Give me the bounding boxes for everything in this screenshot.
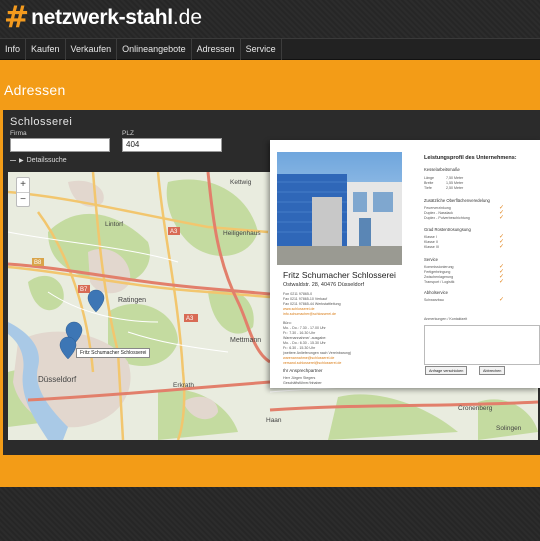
- site-logo[interactable]: # netzwerk-stahl .de: [4, 3, 202, 33]
- dimension-value: 1,55 Meter: [446, 181, 464, 185]
- nav-info[interactable]: Info: [0, 39, 27, 60]
- section-heading: Zusätzliche Oberflächenveredelung: [424, 198, 490, 203]
- forest-area: [328, 394, 458, 440]
- dimension-value: 7,50 Meter: [446, 176, 464, 180]
- send-request-button[interactable]: Anfrage verschicken: [425, 366, 468, 375]
- logo-name: netzwerk-stahl: [31, 6, 173, 29]
- nav-service[interactable]: Service: [241, 39, 282, 60]
- road-shield-label: B7: [80, 287, 88, 293]
- place-label: Kettwig: [230, 179, 252, 186]
- header: # netzwerk-stahl .de: [0, 0, 540, 38]
- service-item: Fertigerbringung: [424, 270, 451, 274]
- triangle-right-icon: ▶: [19, 158, 24, 164]
- section-heading: Grad Rostentrosungsung: [424, 227, 471, 232]
- service-item: Duplex - Pulverbeschichtung: [424, 216, 470, 220]
- building-photo: [277, 152, 402, 265]
- place-label: Cronenberg: [458, 405, 493, 412]
- place-label: Erkrath: [173, 382, 194, 389]
- zoom-in-button[interactable]: +: [17, 178, 29, 192]
- details-divider: [10, 160, 16, 161]
- company-profile-popup: Fritz Schumacher Schlosserei Ostwaldstr.…: [270, 140, 540, 388]
- service-item: Klasse II: [424, 240, 438, 244]
- nav-adressen[interactable]: Adressen: [192, 39, 241, 60]
- service-item: Klasse I: [424, 235, 437, 239]
- profile-title: Leistungsprofil des Unternehmens:: [424, 155, 517, 161]
- service-item: Zwischenlagerung: [424, 275, 454, 279]
- email-link[interactable]: warenannahme@schlosserei.de: [283, 356, 334, 360]
- service-item: Duplex - Nasslack: [424, 211, 453, 215]
- nav-kaufen[interactable]: Kaufen: [26, 39, 66, 60]
- logo-tld: .de: [172, 6, 203, 29]
- company-name: Fritz Schumacher Schlosserei: [283, 270, 396, 280]
- hours-line: (weitere Anlieferungen nach Vereinbarung…: [283, 351, 352, 355]
- place-label: Ratingen: [118, 297, 146, 304]
- place-label: Mettmann: [230, 337, 261, 344]
- hours-title: Büro:: [283, 321, 292, 325]
- dimension-label: Breite: [424, 181, 434, 185]
- dimension-label: Länge: [424, 176, 434, 180]
- details-label: Detailssuche: [26, 157, 67, 164]
- checkmark-icon: ✓: [499, 297, 505, 303]
- firma-label: Firma: [10, 130, 27, 137]
- checkmark-icon: ✓: [499, 244, 505, 250]
- contact-name: Herr Jürgen Stegers: [283, 376, 316, 380]
- service-item: Schwarzbau: [424, 298, 444, 302]
- road-shield-label: A3: [186, 316, 194, 322]
- map-pin-tooltip: Fritz Schumacher Schlosserei: [76, 348, 151, 358]
- zoom-out-button[interactable]: −: [17, 192, 29, 206]
- notes-textarea[interactable]: [424, 325, 540, 365]
- checkmark-icon: ✓: [499, 215, 505, 221]
- place-label: Solingen: [496, 425, 522, 432]
- nav-verkaufen[interactable]: Verkaufen: [66, 39, 118, 60]
- logo-hash: #: [4, 0, 30, 35]
- forest-area: [28, 275, 64, 311]
- hours-line: Mo. - Do.: 7.30 - 17.00 Uhr: [283, 326, 326, 330]
- main-nav: Info Kaufen Verkaufen Onlineangebote Adr…: [0, 38, 540, 60]
- notes-label: Anmerkungen / Kontaktzeit: [424, 317, 468, 321]
- dimension-value: 2,50 Meter: [446, 186, 464, 190]
- checkmark-icon: ✓: [499, 279, 505, 285]
- panel-title: Schlosserei: [10, 116, 73, 128]
- cancel-button[interactable]: Abbrechen: [479, 366, 506, 375]
- section-heading: Kesselarbeitsmaße: [424, 167, 460, 172]
- page-title: Adressen: [4, 82, 66, 98]
- map-pin: [87, 289, 105, 313]
- nav-onlineangebote[interactable]: Onlineangebote: [117, 39, 192, 60]
- hours-line: Warenannahme/ -ausgabe:: [283, 336, 327, 340]
- email-link[interactable]: info.schumacher@schlosserei.de: [283, 312, 336, 316]
- company-address: Ostwaldstr. 28, 40476 Düsseldorf: [283, 282, 365, 288]
- service-item: Kommissionierung: [424, 265, 454, 269]
- dimension-label: Tiefe: [424, 186, 432, 190]
- place-label: Düsseldorf: [38, 375, 77, 384]
- contact-title: Ihr Ansprechpartner: [283, 368, 323, 373]
- place-label: Heiligenhaus: [223, 230, 261, 237]
- place-label: Haan: [266, 417, 282, 424]
- hours-line: Fr.: 7.30 - 16.30 Uhr: [283, 331, 316, 335]
- service-item: Feuerverzinkung: [424, 206, 451, 210]
- place-label: Lintorf: [105, 221, 123, 228]
- contact-role: Geschäftsführer/Inhaber: [283, 381, 322, 385]
- firma-input[interactable]: [10, 138, 110, 152]
- fax: Fax 0211 97865-44 Werkstattleitung: [283, 302, 341, 306]
- hours-line: Fr.: 6.30 - 15.30 Uhr: [283, 346, 316, 350]
- hours-line: Mo. - Do.: 6.30 - 15.30 Uhr: [283, 341, 326, 345]
- fax: Fax 0211 97865-10 Verkauf: [283, 297, 328, 301]
- plz-input[interactable]: 404: [122, 138, 222, 152]
- service-item: Transport / Logistik: [424, 280, 455, 284]
- email-link[interactable]: versand.schlosserei@schlosserei.de: [283, 361, 341, 365]
- road-shield-label: A3: [170, 229, 178, 235]
- section-heading: Abholservice: [424, 290, 448, 295]
- plz-label: PLZ: [122, 130, 134, 137]
- service-item: Klasse III: [424, 245, 439, 249]
- road-shield-label: B8: [34, 260, 42, 266]
- details-toggle[interactable]: ▶ Detailssuche: [10, 157, 67, 164]
- section-heading: Service: [424, 257, 438, 262]
- phone: Fon 0211 97865-0: [283, 292, 313, 296]
- zoom-control: + −: [16, 177, 30, 207]
- website-link[interactable]: www.schlosserei.de: [283, 307, 315, 311]
- footer: [0, 487, 540, 541]
